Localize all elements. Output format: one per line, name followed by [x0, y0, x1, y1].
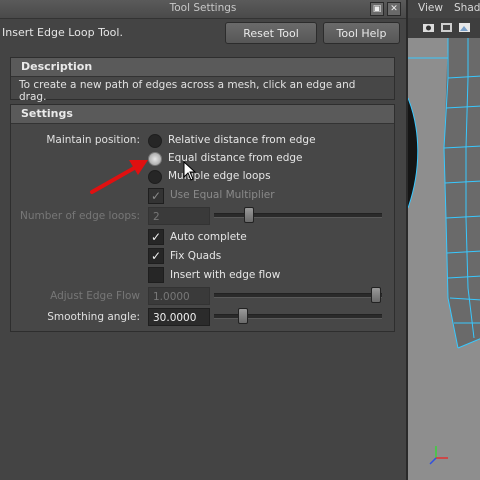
radio-relative-distance[interactable]: [148, 134, 162, 148]
tool-settings-panel: Tool Settings ▣ ✕ Insert Edge Loop Tool.…: [0, 0, 406, 480]
mouse-cursor-icon: [183, 161, 197, 181]
adjust-edge-flow-slider-handle[interactable]: [371, 287, 381, 303]
camera-icon[interactable]: [422, 21, 435, 34]
tool-help-button[interactable]: Tool Help: [323, 22, 400, 44]
image-plane-icon[interactable]: [458, 21, 471, 34]
viewport-scene[interactable]: [408, 38, 480, 480]
number-of-edge-loops-field[interactable]: 2: [148, 207, 210, 225]
viewport-menubar: View Shadi: [408, 0, 480, 18]
window-titlebar[interactable]: Tool Settings ▣ ✕: [0, 0, 406, 19]
number-of-edge-loops-slider-handle[interactable]: [244, 207, 254, 223]
auto-complete-label[interactable]: Auto complete: [170, 231, 247, 243]
settings-header[interactable]: Settings: [11, 105, 394, 124]
description-header[interactable]: Description: [11, 58, 394, 77]
description-section: Description To create a new path of edge…: [10, 57, 395, 103]
smoothing-angle-slider-handle[interactable]: [238, 308, 248, 324]
use-equal-multiplier-checkbox[interactable]: ✓: [148, 188, 164, 204]
radio-multiple-edge-loops[interactable]: [148, 170, 162, 184]
adjust-edge-flow-slider[interactable]: [214, 293, 382, 298]
adjust-edge-flow-field[interactable]: 1.0000: [148, 287, 210, 305]
maintain-position-label: Maintain position:: [46, 134, 140, 146]
close-icon[interactable]: ✕: [387, 2, 401, 16]
radio-relative-distance-label[interactable]: Relative distance from edge: [168, 134, 316, 146]
window-title: Tool Settings: [169, 2, 237, 14]
float-window-icon[interactable]: ▣: [370, 2, 384, 16]
description-text: To create a new path of edges across a m…: [19, 79, 356, 103]
number-of-edge-loops-slider[interactable]: [214, 213, 382, 218]
radio-equal-distance[interactable]: [148, 152, 162, 166]
adjust-edge-flow-label: Adjust Edge Flow: [50, 290, 140, 302]
auto-complete-checkbox[interactable]: ✓: [148, 229, 164, 245]
smoothing-angle-field[interactable]: 30.0000: [148, 308, 210, 326]
tool-header: Insert Edge Loop Tool. Reset Tool Tool H…: [0, 18, 406, 50]
reset-tool-button[interactable]: Reset Tool: [225, 22, 317, 44]
fix-quads-label[interactable]: Fix Quads: [170, 250, 221, 262]
smoothing-angle-label: Smoothing angle:: [47, 311, 140, 323]
viewport-menu-shading[interactable]: Shadi: [454, 2, 480, 14]
fix-quads-checkbox[interactable]: ✓: [148, 248, 164, 264]
insert-with-edge-flow-label[interactable]: Insert with edge flow: [170, 269, 280, 281]
bookmark-camera-icon[interactable]: [440, 21, 453, 34]
use-equal-multiplier-label: Use Equal Multiplier: [170, 189, 275, 201]
viewport-toolbar: [408, 18, 480, 39]
insert-with-edge-flow-checkbox[interactable]: [148, 267, 164, 283]
viewport-menu-view[interactable]: View: [418, 2, 443, 14]
tool-name: Insert Edge Loop Tool.: [2, 26, 123, 39]
number-of-edge-loops-label: Number of edge loops:: [19, 210, 140, 222]
viewport-panel[interactable]: View Shadi: [406, 0, 480, 480]
